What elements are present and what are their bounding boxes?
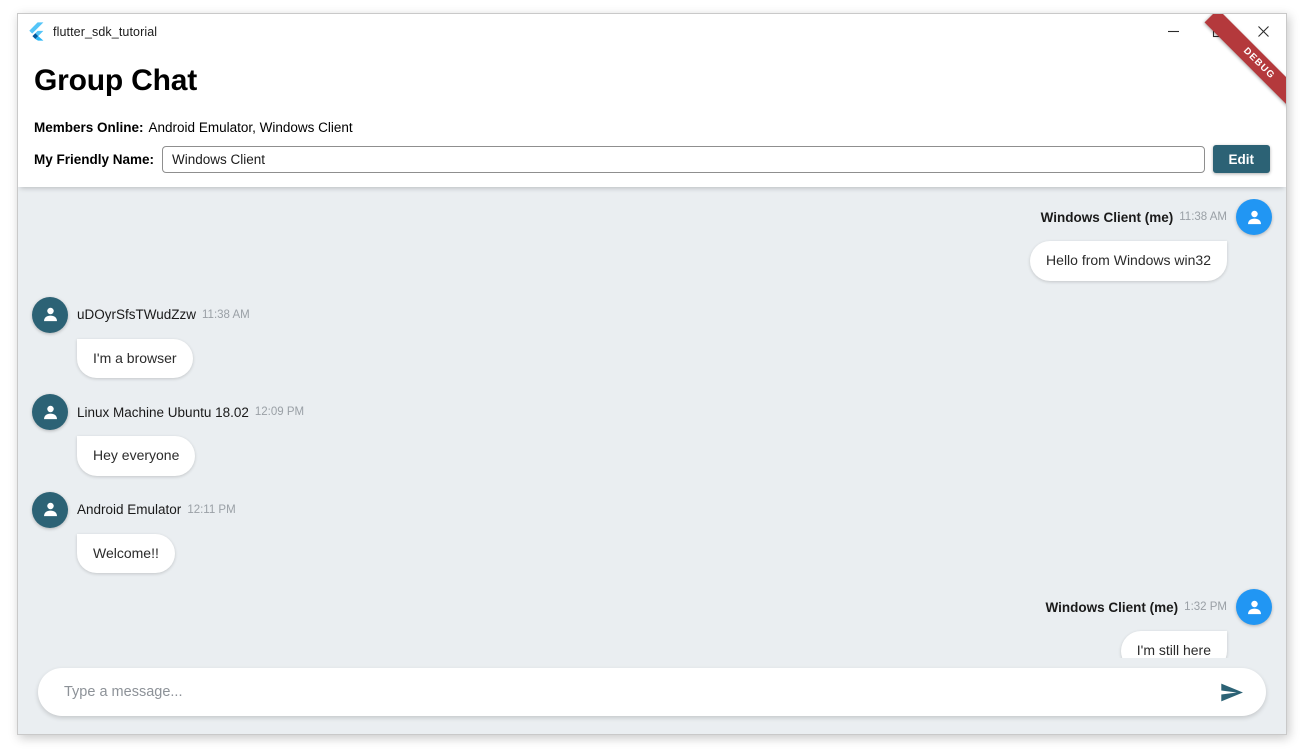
message-timestamp: 11:38 AM (1179, 211, 1227, 223)
message-timestamp: 12:09 PM (254, 406, 305, 418)
composer-pill[interactable] (38, 667, 1266, 717)
friendly-name-input[interactable] (162, 145, 1205, 173)
message-row: uDOyrSfsTWudZzw 11:38 AM I'm a browser (32, 296, 1272, 378)
message-bubble: I'm a browser (77, 338, 193, 378)
desktop-background: flutter_sdk_tutorial DEBUG Group Chat Me… (0, 0, 1304, 751)
send-icon (1219, 680, 1244, 705)
message-sender: Linux Machine Ubuntu 18.02 (77, 404, 249, 420)
members-online-value: Android Emulator, Windows Client (148, 119, 353, 135)
person-icon (32, 296, 68, 333)
friendly-name-row: My Friendly Name: Edit (34, 145, 1270, 187)
window-controls (1151, 14, 1286, 49)
person-icon (1236, 589, 1272, 625)
edit-button[interactable]: Edit (1212, 145, 1270, 173)
message-bubble: Hey everyone (77, 436, 196, 476)
message-bubble: I'm still here (1120, 631, 1227, 658)
window-title: flutter_sdk_tutorial (53, 24, 158, 39)
message-header: Linux Machine Ubuntu 18.02 12:09 PM (32, 394, 304, 430)
flutter-logo-icon (27, 22, 44, 41)
message-sender: Android Emulator (77, 502, 182, 517)
message-bubble: Welcome!! (77, 533, 175, 573)
members-online-label: Members Online: (34, 119, 144, 135)
message-list: Windows Client (me) 11:38 AM Hello from … (18, 199, 1286, 658)
message-header: Windows Client (me) 1:32 PM (1046, 589, 1272, 625)
friendly-name-label: My Friendly Name: (34, 151, 155, 167)
message-sender: Windows Client (me) (1045, 599, 1179, 615)
app-header: Group Chat Members Online: Android Emula… (18, 49, 1286, 187)
minimize-icon[interactable] (1151, 14, 1196, 49)
page-title: Group Chat (34, 64, 197, 97)
message-header: Windows Client (me) 11:38 AM (1041, 199, 1272, 235)
maximize-icon[interactable] (1196, 14, 1241, 49)
message-sender: uDOyrSfsTWudZzw (77, 307, 197, 322)
titlebar-left-group: flutter_sdk_tutorial (18, 22, 157, 41)
person-icon (32, 394, 68, 430)
message-timestamp: 11:38 AM (202, 308, 250, 321)
message-timestamp: 12:11 PM (187, 503, 236, 516)
message-row: Android Emulator 12:11 PM Welcome!! (32, 491, 1272, 573)
window-titlebar: flutter_sdk_tutorial (18, 14, 1286, 49)
message-input[interactable] (62, 667, 1209, 717)
members-online-row: Members Online: Android Emulator, Window… (34, 117, 1270, 137)
message-composer (18, 658, 1286, 734)
message-header: Android Emulator 12:11 PM (32, 491, 236, 528)
message-row: Windows Client (me) 11:38 AM Hello from … (32, 199, 1272, 281)
send-button[interactable] (1209, 680, 1248, 705)
header-meta-rows: Members Online: Android Emulator, Window… (18, 99, 1286, 187)
person-icon (32, 491, 68, 528)
message-bubble: Hello from Windows win32 (1030, 241, 1227, 281)
message-header: uDOyrSfsTWudZzw 11:38 AM (32, 296, 250, 333)
message-sender: Windows Client (me) (1040, 209, 1174, 225)
close-icon[interactable] (1241, 14, 1286, 49)
app-window: flutter_sdk_tutorial DEBUG Group Chat Me… (17, 13, 1287, 735)
message-timestamp: 1:32 PM (1184, 601, 1227, 613)
message-row: Windows Client (me) 1:32 PM I'm still he… (32, 589, 1272, 658)
chat-area: Windows Client (me) 11:38 AM Hello from … (18, 187, 1286, 734)
person-icon (1236, 199, 1272, 235)
message-row: Linux Machine Ubuntu 18.02 12:09 PM Hey … (32, 394, 1272, 476)
